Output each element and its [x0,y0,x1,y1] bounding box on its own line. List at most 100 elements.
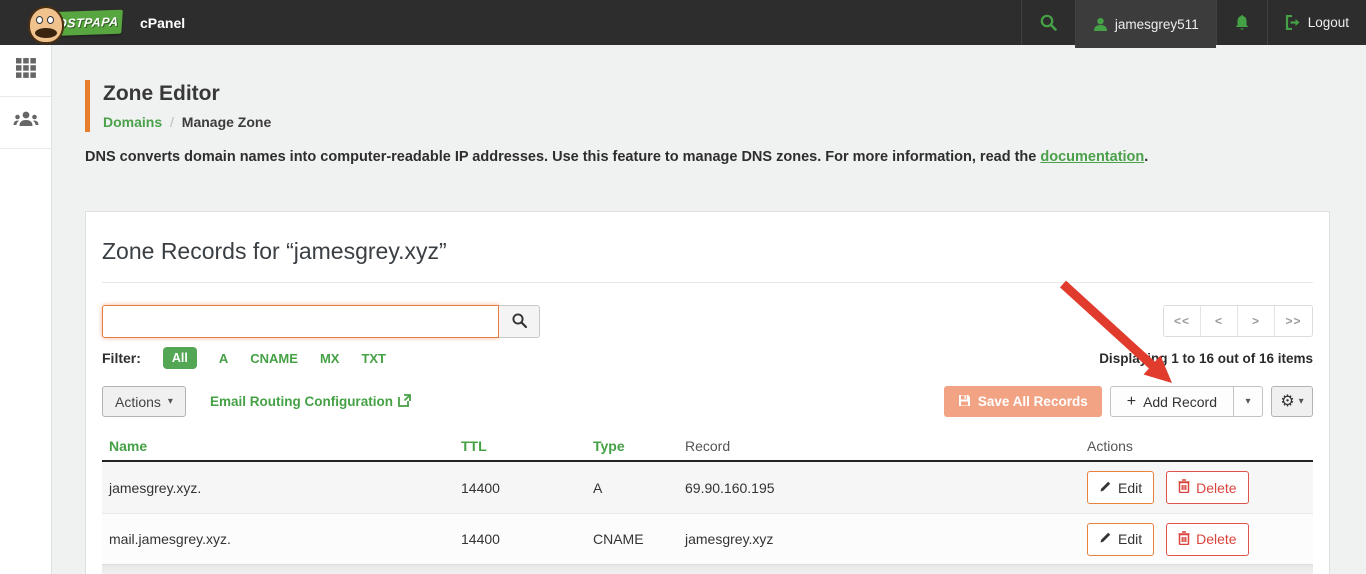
description-period: . [1144,149,1149,165]
column-header-actions: Actions [1087,438,1133,454]
record-name: jamesgrey.xyz. [109,479,202,496]
save-all-label: Save All Records [977,394,1088,409]
pagination-prev-button[interactable]: < [1201,306,1238,336]
breadcrumb: Domains / Manage Zone [103,114,271,130]
edit-button[interactable]: Edit [1087,522,1155,556]
column-header-name[interactable]: Name [102,438,454,454]
potato-mascot-icon [28,5,64,44]
notifications-button[interactable] [1215,0,1267,45]
zone-search-input[interactable] [102,305,499,338]
pencil-icon [1099,531,1112,547]
description-text: DNS converts domain names into computer-… [85,149,1041,165]
caret-down-icon: ▾ [1245,396,1251,407]
filter-mx[interactable]: MX [320,351,340,366]
logout-button[interactable]: Logout [1266,0,1366,45]
user-icon [1093,17,1108,32]
edit-button[interactable]: Edit [1087,471,1155,504]
plus-icon: + [1126,392,1137,410]
search-submit-button[interactable] [499,305,540,338]
record-ttl: 14400 [461,531,500,547]
filter-label: Filter: [102,350,141,366]
breadcrumb-current: Manage Zone [181,114,272,130]
topbar-right: jamesgrey511 Logout [1020,0,1366,48]
edit-label: Edit [1118,531,1143,547]
logout-label: Logout [1307,15,1349,30]
grid-icon [15,57,37,84]
filter-a[interactable]: A [219,351,228,366]
pencil-icon [1099,480,1112,496]
edit-label: Edit [1118,479,1143,496]
record-value: jamesgrey.xyz [685,531,774,547]
settings-dropdown-button[interactable]: ⚙ ▾ [1271,386,1313,417]
search-icon [1039,13,1058,32]
zone-records-panel: Zone Records for “jamesgrey.xyz” << < > … [85,211,1330,574]
record-type: A [593,479,603,496]
app-name: cPanel [140,14,186,31]
pagination: << < > >> [1163,305,1313,337]
user-menu[interactable]: jamesgrey511 [1074,0,1216,48]
pagination-last-button[interactable]: >> [1275,306,1312,336]
record-value: 69.90.160.195 [685,479,775,496]
brand-area: HOSTPAPA cPanel [0,4,186,44]
record-name: mail.jamesgrey.xyz. [109,531,231,547]
topbar-search-button[interactable] [1020,0,1075,45]
pagination-first-button[interactable]: << [1164,306,1201,336]
page-description: DNS converts domain names into computer-… [85,149,1366,165]
table-row: mail.jamesgrey.xyz. 14400 CNAME jamesgre… [102,513,1313,564]
search-group [102,305,540,338]
hostpapa-logo[interactable]: HOSTPAPA [26,4,123,44]
caret-down-icon: ▾ [1298,396,1304,407]
accent-bar [85,80,90,132]
filter-all[interactable]: All [162,347,197,369]
sidebar-item-tools[interactable] [0,45,51,97]
filter-bar: Filter: All A CNAME MX TXT [102,347,386,369]
sidebar-item-user-manager[interactable] [0,97,51,149]
logout-icon [1285,15,1301,30]
column-header-type[interactable]: Type [586,438,678,454]
actions-label: Actions [115,393,161,410]
sidebar [0,45,52,574]
column-header-ttl[interactable]: TTL [454,438,586,454]
breadcrumb-domains-link[interactable]: Domains [103,114,162,130]
delete-label: Delete [1196,531,1237,547]
delete-label: Delete [1196,479,1237,496]
panel-title: Zone Records for “jamesgrey.xyz” [102,238,1313,283]
add-record-label: Add Record [1143,393,1217,410]
delete-button[interactable]: Delete [1166,522,1249,556]
table-row-partial [102,564,1313,574]
gear-icon: ⚙ [1280,392,1295,410]
add-record-group: + Add Record ▾ [1109,386,1263,417]
username: jamesgrey511 [1114,16,1199,32]
topbar: HOSTPAPA cPanel jamesgrey511 Logout [0,0,1366,48]
add-record-dropdown-button[interactable]: ▾ [1234,386,1263,417]
caret-down-icon: ▾ [167,396,173,407]
record-ttl: 14400 [461,479,500,496]
external-link-icon [398,393,411,410]
save-icon [958,394,971,410]
email-routing-label: Email Routing Configuration [209,394,393,409]
documentation-link[interactable]: documentation [1040,149,1144,165]
filter-txt[interactable]: TXT [361,351,386,366]
main-content: Zone Editor Domains / Manage Zone DNS co… [52,80,1366,574]
save-all-records-button[interactable]: Save All Records [943,386,1102,417]
pagination-next-button[interactable]: > [1238,306,1275,336]
zone-records-table: Name TTL Type Record Actions jamesgrey.x… [102,432,1313,574]
trash-icon [1178,479,1190,496]
email-routing-link[interactable]: Email Routing Configuration [209,393,411,410]
display-summary: Displaying 1 to 16 out of 16 items [1099,350,1313,366]
column-header-record: Record [685,438,731,454]
table-header-row: Name TTL Type Record Actions [102,432,1313,462]
filter-cname[interactable]: CNAME [250,351,298,366]
bell-icon [1234,14,1250,31]
table-row: jamesgrey.xyz. 14400 A 69.90.160.195 Edi… [102,462,1313,513]
record-type: CNAME [593,531,644,547]
trash-icon [1178,530,1190,548]
page-header: Zone Editor Domains / Manage Zone [85,80,1366,132]
people-icon [13,110,39,135]
delete-button[interactable]: Delete [1166,471,1249,504]
search-icon [511,312,528,332]
page-title: Zone Editor [103,82,220,105]
add-record-button[interactable]: + Add Record [1109,386,1234,417]
actions-dropdown-button[interactable]: Actions ▾ [102,386,186,417]
breadcrumb-separator: / [170,114,174,130]
